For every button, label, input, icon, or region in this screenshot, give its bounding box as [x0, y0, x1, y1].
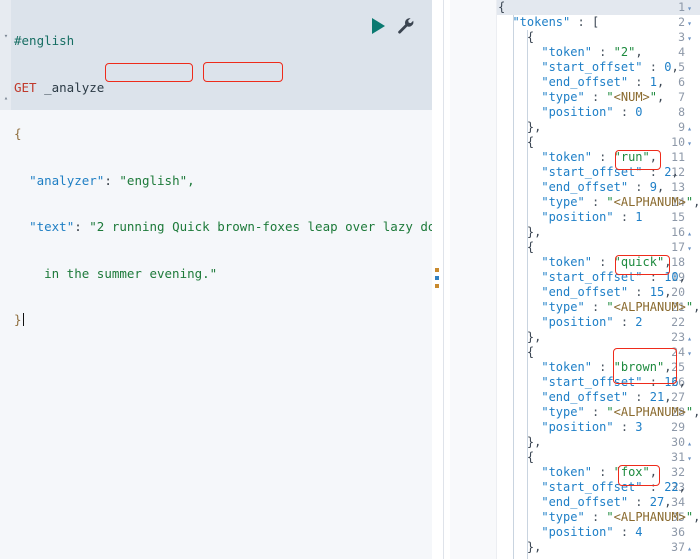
- response-code-line[interactable]: "start_offset" : 0,: [498, 60, 679, 75]
- response-code-line[interactable]: "position" : 0: [498, 105, 643, 120]
- response-code-line[interactable]: "type" : "<ALPHANUM>",: [498, 195, 700, 210]
- request-line-method: GET _analyze: [14, 80, 432, 96]
- response-code-line[interactable]: "start_offset" : 2,: [498, 165, 679, 180]
- run-request-button[interactable]: [372, 18, 385, 34]
- wrench-icon[interactable]: [396, 16, 416, 36]
- request-line-text-cont: in the summer evening.": [14, 266, 432, 282]
- gutter-line-number[interactable]: 11: [654, 150, 694, 165]
- response-code-line[interactable]: "token" : "brown",: [498, 360, 671, 375]
- response-code-line[interactable]: "type" : "<ALPHANUM>",: [498, 300, 700, 315]
- request-fold-gutter: ▾ ▴: [0, 0, 11, 110]
- text-caret: [23, 313, 24, 326]
- gutter-line-number[interactable]: 22: [654, 315, 694, 330]
- response-code-line[interactable]: {: [498, 0, 505, 15]
- gutter-line-number[interactable]: 31▾: [654, 450, 694, 465]
- response-code-line[interactable]: "position" : 1: [498, 210, 643, 225]
- splitter-grip-handle[interactable]: [435, 268, 441, 292]
- indent-guide-2: [527, 30, 528, 559]
- gutter-line-number[interactable]: 17▾: [654, 240, 694, 255]
- response-code-line[interactable]: "end_offset" : 27,: [498, 495, 671, 510]
- indent-guide-1: [513, 15, 514, 559]
- gutter-line-number[interactable]: 24▾: [654, 345, 694, 360]
- gutter-line-number[interactable]: 32: [654, 465, 694, 480]
- gutter-line-number[interactable]: 23▴: [654, 330, 694, 345]
- request-line-analyzer: "analyzer": "english",: [14, 173, 432, 189]
- response-code-line[interactable]: },: [498, 120, 541, 135]
- response-code-line[interactable]: "token" : "run",: [498, 150, 657, 165]
- fold-arrow-close-icon[interactable]: ▴: [2, 94, 10, 102]
- request-editor-surface[interactable]: ▾ ▴ #english GET _analyze { "analyzer": …: [0, 0, 432, 110]
- request-line-close-brace: }: [14, 312, 432, 328]
- gutter-line-number[interactable]: 36: [654, 525, 694, 540]
- response-code-line[interactable]: "token" : "2",: [498, 45, 643, 60]
- gutter-line-number[interactable]: 2▾: [654, 15, 694, 30]
- request-editor-lines[interactable]: #english GET _analyze { "analyzer": "eng…: [14, 2, 432, 359]
- response-code-line[interactable]: },: [498, 225, 541, 240]
- response-code-line[interactable]: {: [498, 450, 534, 465]
- response-code-line[interactable]: "token" : "quick",: [498, 255, 671, 270]
- gutter-line-number[interactable]: 8: [654, 105, 694, 120]
- gutter-line-number[interactable]: 30▴: [654, 435, 694, 450]
- response-code-line[interactable]: "end_offset" : 9,: [498, 180, 664, 195]
- splitter-line: [443, 0, 444, 559]
- response-code-line[interactable]: {: [498, 30, 534, 45]
- grip-dot-1: [435, 268, 439, 272]
- gutter-line-number[interactable]: 10▾: [654, 135, 694, 150]
- grip-dot-2: [435, 276, 439, 280]
- gutter-line-number[interactable]: 16▴: [654, 225, 694, 240]
- response-code-line[interactable]: "type" : "<ALPHANUM>",: [498, 510, 700, 525]
- gutter-line-number[interactable]: 3▾: [654, 30, 694, 45]
- gutter-line-number[interactable]: 37▴: [654, 540, 694, 555]
- gutter-line-number[interactable]: 29: [654, 420, 694, 435]
- request-line-comment: #english: [14, 33, 432, 49]
- grip-dot-3: [435, 284, 439, 288]
- response-code-line[interactable]: "type" : "<ALPHANUM>",: [498, 405, 700, 420]
- gutter-line-number[interactable]: 1▾: [654, 0, 694, 15]
- response-code-line[interactable]: {: [498, 345, 534, 360]
- gutter-line-number[interactable]: 9▴: [654, 120, 694, 135]
- gutter-line-number[interactable]: 15: [654, 210, 694, 225]
- response-code-line[interactable]: "position" : 2: [498, 315, 643, 330]
- response-viewer-pane[interactable]: 1▾2▾3▾456789▴10▾111213141516▴17▾18192021…: [450, 0, 700, 559]
- response-code-line[interactable]: {: [498, 135, 534, 150]
- response-code-line[interactable]: "position" : 4: [498, 525, 643, 540]
- response-code-line[interactable]: "end_offset" : 15,: [498, 285, 671, 300]
- gutter-line-number[interactable]: 4: [654, 45, 694, 60]
- response-code-line[interactable]: "end_offset" : 21,: [498, 390, 671, 405]
- response-code-line[interactable]: "position" : 3: [498, 420, 643, 435]
- response-code-line[interactable]: },: [498, 330, 541, 345]
- kibana-dev-tools-console: ▾ ▴ #english GET _analyze { "analyzer": …: [0, 0, 700, 559]
- response-code-line[interactable]: "type" : "<NUM>",: [498, 90, 664, 105]
- response-code-line[interactable]: },: [498, 540, 541, 555]
- response-code-line[interactable]: "end_offset" : 1,: [498, 75, 664, 90]
- response-code-line[interactable]: {: [498, 240, 534, 255]
- request-line-text: "text": "2 running Quick brown-foxes lea…: [14, 219, 432, 235]
- request-line-open-brace: {: [14, 126, 432, 142]
- request-editor-pane[interactable]: ▾ ▴ #english GET _analyze { "analyzer": …: [0, 0, 432, 559]
- pane-splitter[interactable]: [432, 0, 450, 559]
- response-code-line[interactable]: "token" : "fox",: [498, 465, 657, 480]
- response-code-line[interactable]: },: [498, 435, 541, 450]
- response-gutter: [450, 0, 497, 559]
- fold-arrow-open-icon[interactable]: ▾: [2, 32, 10, 40]
